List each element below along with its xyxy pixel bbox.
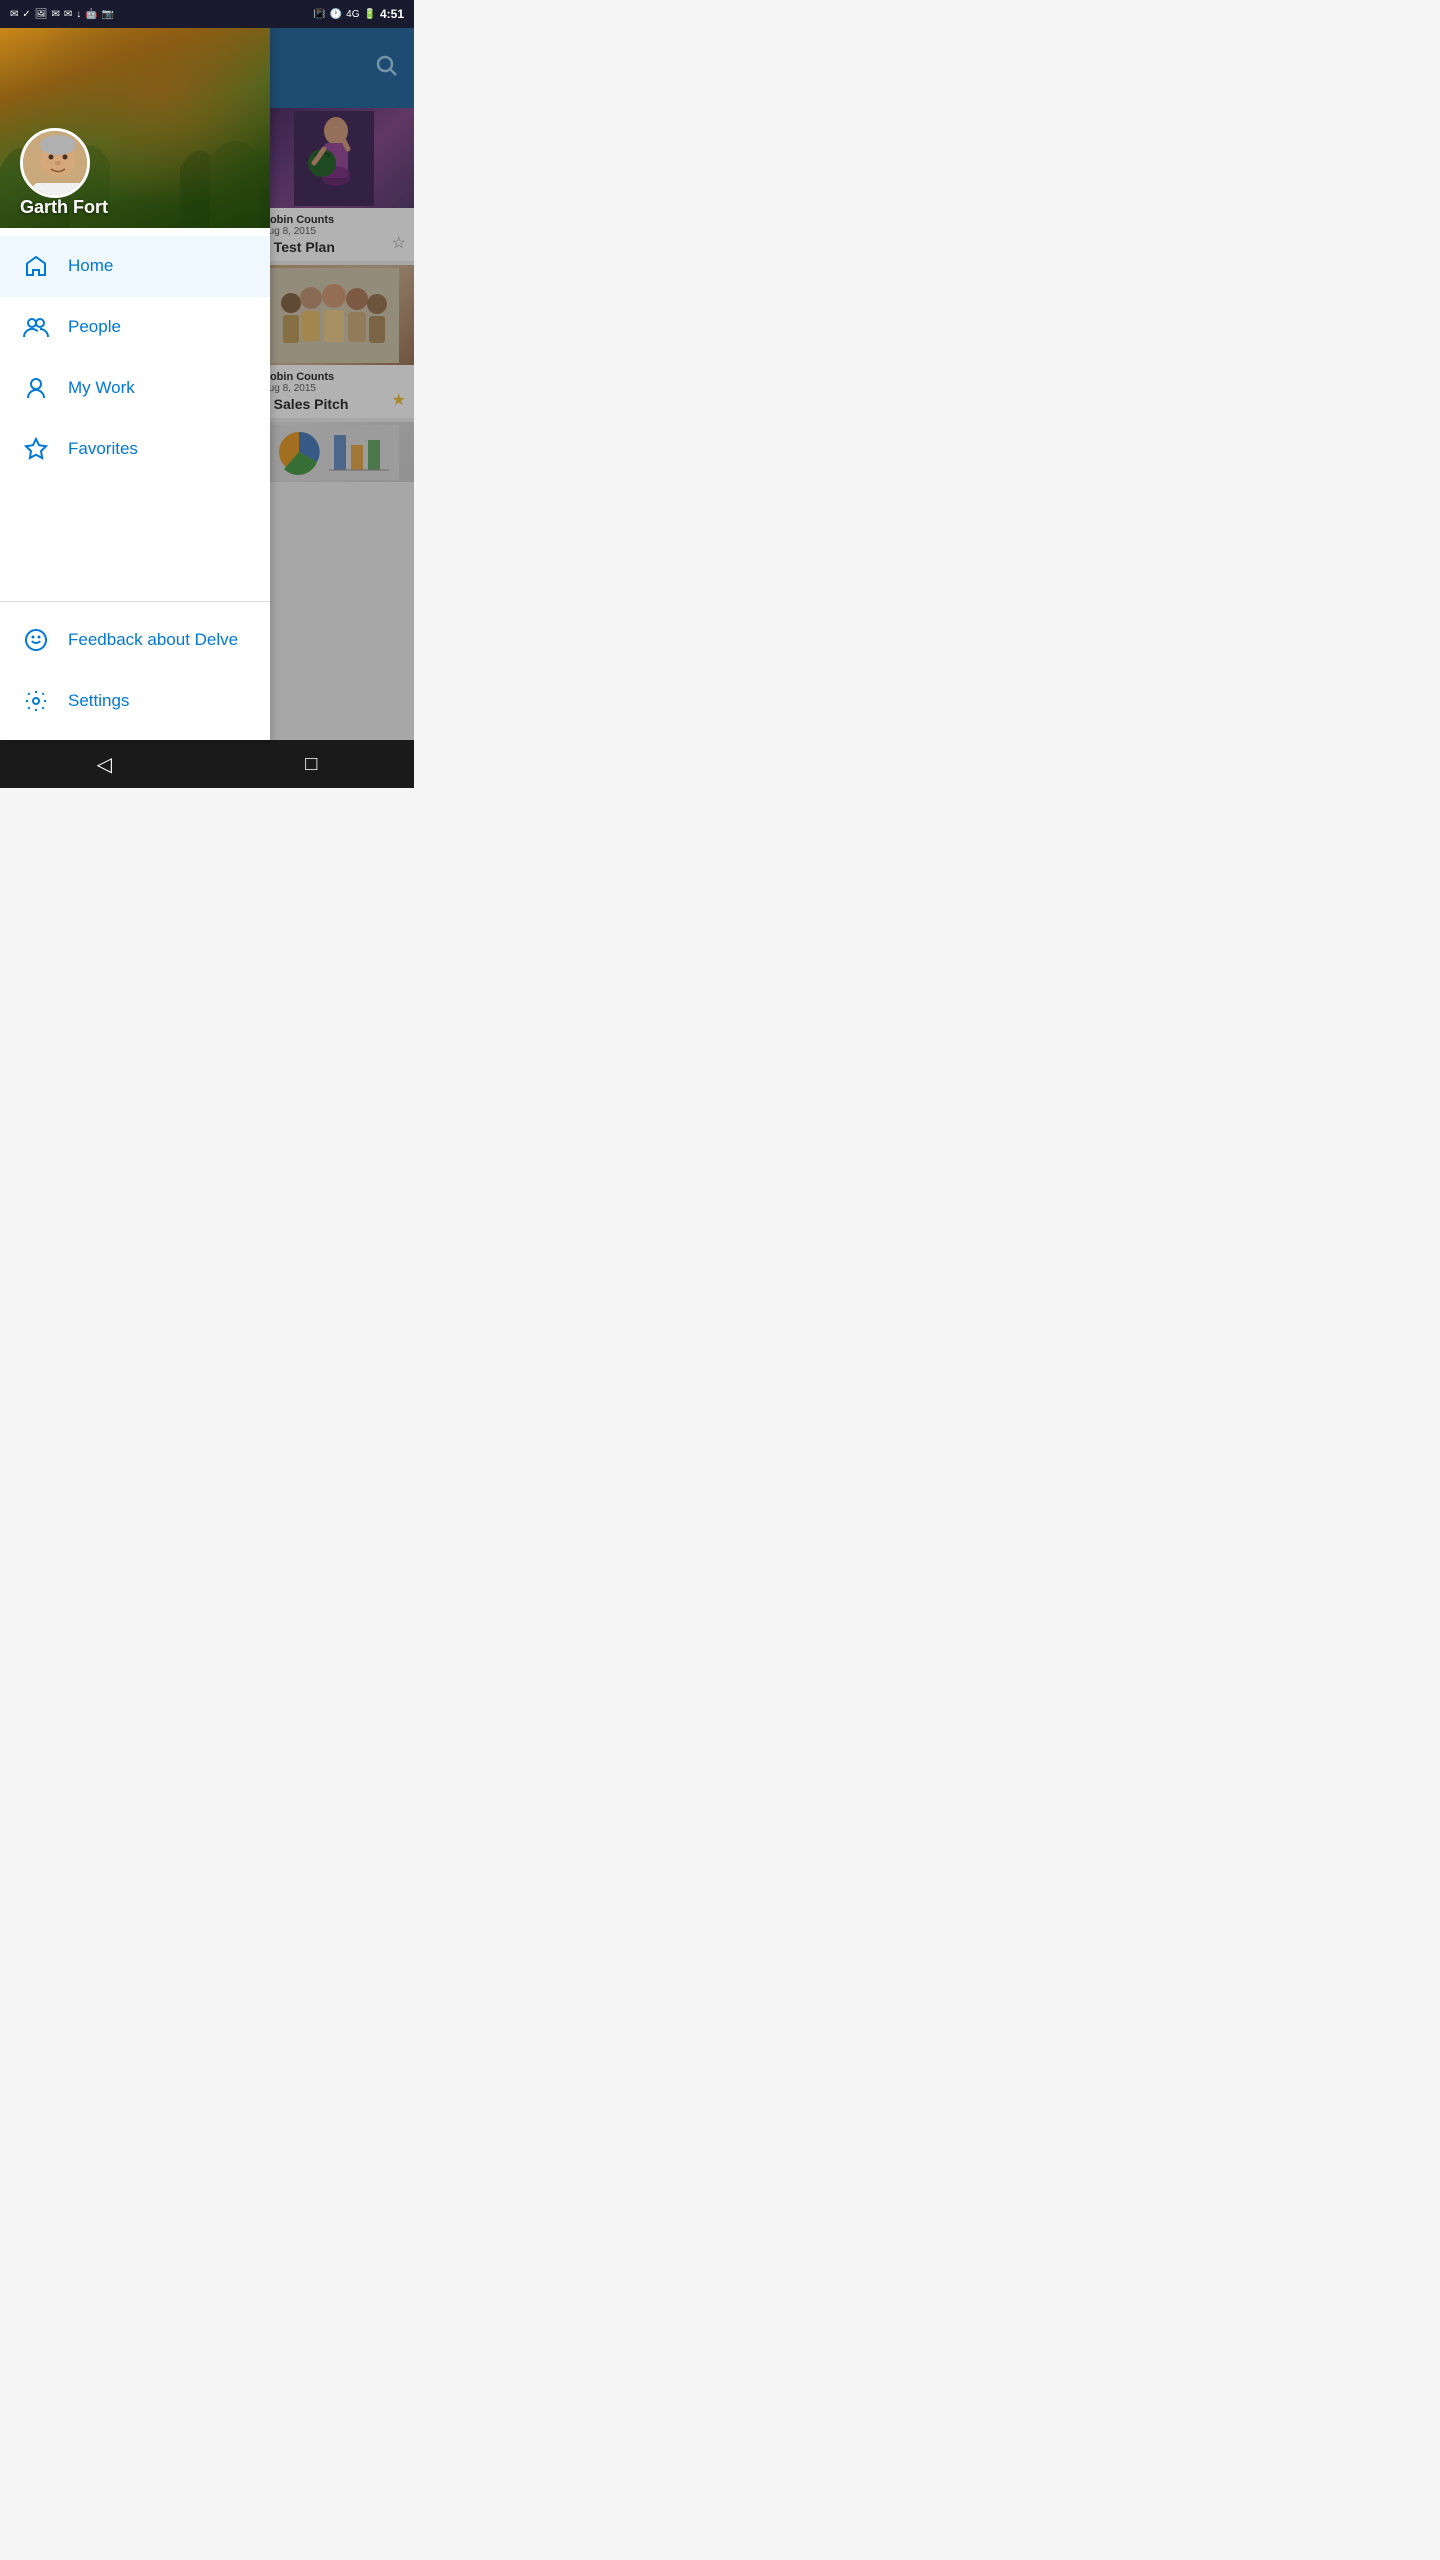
nav-divider xyxy=(0,601,270,602)
image-icon: 🖼 xyxy=(35,9,48,20)
sidebar-item-favorites[interactable]: Favorites xyxy=(0,419,270,480)
outlook-icon: ✉ xyxy=(51,9,59,20)
outlook2-icon: ✉ xyxy=(64,9,72,20)
back-button[interactable]: ◁ xyxy=(77,744,132,785)
sidebar-item-my-work-label: My Work xyxy=(68,378,135,398)
sidebar-item-people[interactable]: People xyxy=(0,297,270,358)
vibrate-icon: 📳 xyxy=(313,9,325,20)
status-bar-right: 📳 🕐 4G 🔋 4:51 xyxy=(313,7,404,21)
notification-icon: ✉ xyxy=(10,9,18,20)
android-icon: 🤖 xyxy=(85,9,97,20)
status-bar-left: ✉ ✓ 🖼 ✉ ✉ ↓ 🤖 📷 xyxy=(10,9,114,20)
sidebar-item-home-label: Home xyxy=(68,256,113,276)
clock-icon: 🕐 xyxy=(330,9,342,20)
sidebar-item-settings[interactable]: Settings xyxy=(0,671,270,732)
status-bar: ✉ ✓ 🖼 ✉ ✉ ↓ 🤖 📷 📳 🕐 4G 🔋 4:51 xyxy=(0,0,414,28)
signal-icon: 4G xyxy=(346,9,359,20)
sidebar-item-feedback[interactable]: Feedback about Delve xyxy=(0,610,270,671)
status-time: 4:51 xyxy=(380,7,404,21)
camera-icon: 📷 xyxy=(102,9,114,20)
content-overlay xyxy=(254,28,414,740)
home-nav-button[interactable]: □ xyxy=(285,745,337,784)
battery-icon: 🔋 xyxy=(364,9,376,20)
bottom-navigation: ◁ □ xyxy=(0,740,414,788)
sidebar-item-feedback-label: Feedback about Delve xyxy=(68,630,238,650)
profile-header: Garth Fort xyxy=(0,28,270,228)
sidebar-item-settings-label: Settings xyxy=(68,691,129,711)
settings-icon xyxy=(20,685,52,717)
download-icon: ↓ xyxy=(76,9,81,20)
sidebar-drawer: Garth Fort Home xyxy=(0,28,270,740)
home-icon xyxy=(20,250,52,282)
feedback-icon xyxy=(20,624,52,656)
sidebar-item-favorites-label: Favorites xyxy=(68,439,138,459)
favorites-icon xyxy=(20,433,52,465)
my-work-icon xyxy=(20,372,52,404)
profile-name: Garth Fort xyxy=(20,197,108,218)
app-container: Robin Counts Aug 8, 2015 0 Test Plan ☆ xyxy=(0,28,414,740)
nav-bottom: Feedback about Delve Settings xyxy=(0,610,270,740)
people-icon xyxy=(20,311,52,343)
sidebar-item-home[interactable]: Home xyxy=(0,236,270,297)
sidebar-item-people-label: People xyxy=(68,317,121,337)
sidebar-item-my-work[interactable]: My Work xyxy=(0,358,270,419)
avatar xyxy=(20,128,90,198)
check-icon: ✓ xyxy=(22,9,30,20)
nav-list: Home People xyxy=(0,228,270,593)
